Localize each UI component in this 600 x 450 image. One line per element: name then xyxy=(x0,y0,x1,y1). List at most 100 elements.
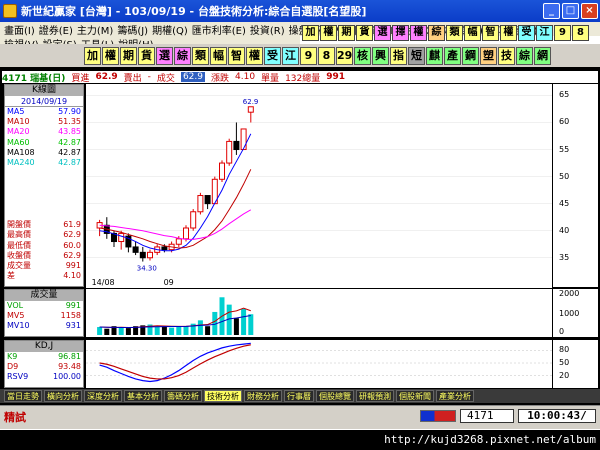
quick-button[interactable]: 核 xyxy=(354,46,371,65)
indicator-value: 61.9 xyxy=(63,220,81,230)
kd-tick: 50 xyxy=(559,358,570,367)
tab-6[interactable]: 財務分析 xyxy=(244,390,282,402)
title-bar: 新世紀贏家 [台灣] - 103/09/19 - 台盤技術分析:綜合自選股[名望… xyxy=(0,0,600,22)
watermark-url: http://kujd3268.pixnet.net/album xyxy=(0,430,600,450)
stock-code-input[interactable]: 4171 xyxy=(460,409,514,423)
k-info-header: K線圖 xyxy=(5,85,83,96)
tab-8[interactable]: 個股總覽 xyxy=(316,390,354,402)
quick-button[interactable]: 權 xyxy=(246,46,263,65)
volume-info-panel: 成交量 VOL 991 MV5 1158 MV10 931 xyxy=(4,289,84,337)
toolbar-button[interactable]: 選 xyxy=(374,25,391,41)
candlestick-chart[interactable]: 62.9 34.30 xyxy=(86,84,552,287)
menu-item[interactable]: 籌碼(J) xyxy=(117,22,148,37)
indicator-row: MA240 42.87 xyxy=(5,158,83,168)
quick-button[interactable]: 選 xyxy=(156,46,173,65)
change-label: 漲跌 xyxy=(210,73,229,84)
quick-button[interactable]: 29 xyxy=(336,46,353,65)
toolbar-button[interactable]: 權 xyxy=(320,25,337,41)
indicator-name: MA20 xyxy=(7,127,30,137)
quick-button[interactable]: 麒 xyxy=(426,46,443,65)
tab-2[interactable]: 深度分析 xyxy=(84,390,122,402)
tab-7[interactable]: 行事曆 xyxy=(284,390,314,402)
price-tick: 55 xyxy=(559,144,570,154)
quick-button[interactable]: 加 xyxy=(84,46,101,65)
quote-strip: 4171 瑞基(日) 買進 62.9 賣出 - 成交 62.9 漲跌 4.10 … xyxy=(2,71,598,84)
tab-10[interactable]: 個股新聞 xyxy=(396,390,434,402)
quick-button[interactable]: 短 xyxy=(408,46,425,65)
quick-button[interactable]: 受 xyxy=(264,46,281,65)
tab-1[interactable]: 橫向分析 xyxy=(44,390,82,402)
quick-button[interactable]: 綜 xyxy=(516,46,533,65)
menu-item[interactable]: 匯市利率(E) xyxy=(192,22,246,37)
change-value: 4.10 xyxy=(235,72,256,82)
date-tick: 09 xyxy=(163,278,174,287)
toolbar-button[interactable]: 受 xyxy=(518,25,535,41)
indicator-name: MA240 xyxy=(7,157,35,167)
menu-item[interactable]: 主力(M) xyxy=(77,22,113,37)
menu-item[interactable]: 畫面(I) xyxy=(4,22,35,37)
indicator-value: 42.87 xyxy=(58,147,81,157)
quick-button[interactable]: 8 xyxy=(318,46,335,65)
tab-4[interactable]: 籌碼分析 xyxy=(164,390,202,402)
indicator-name: 成交量 xyxy=(7,260,31,270)
quick-button[interactable]: 9 xyxy=(300,46,317,65)
quick-button[interactable]: 產 xyxy=(444,46,461,65)
toolbar-button[interactable]: 加 xyxy=(302,25,319,41)
high-annotation: 62.9 xyxy=(243,98,259,106)
quick-button[interactable]: 期 xyxy=(120,46,137,65)
toolbar-button[interactable]: 類 xyxy=(446,25,463,41)
k-info-panel: K線圖 2014/09/19 MA5 57.90 MA10 51.35 MA20 43.8… xyxy=(4,84,84,287)
quick-button[interactable]: 興 xyxy=(372,46,389,65)
indicator-value: 4.10 xyxy=(63,271,81,281)
quick-button[interactable]: 類 xyxy=(192,46,209,65)
tab-0[interactable]: 當日走勢 xyxy=(4,390,42,402)
toolbar-button[interactable]: 智 xyxy=(482,25,499,41)
quick-button[interactable]: 指 xyxy=(390,46,407,65)
toolbar-button[interactable]: 擇 xyxy=(392,25,409,41)
toolbar-button[interactable]: 幅 xyxy=(464,25,481,41)
maximize-button[interactable]: □ xyxy=(562,3,579,19)
kd-tick: 80 xyxy=(559,345,570,355)
volume-chart[interactable] xyxy=(86,289,552,337)
candle-body xyxy=(161,246,168,251)
quick-button[interactable]: 貨 xyxy=(138,46,155,65)
kd-chart[interactable] xyxy=(86,340,552,388)
price-tick: 35 xyxy=(559,252,570,262)
close-button[interactable]: × xyxy=(581,3,598,19)
indicator-name: 差 xyxy=(7,271,15,281)
indicator-value: 62.9 xyxy=(63,230,81,240)
quick-button[interactable]: 網 xyxy=(534,46,551,65)
toolbar-button[interactable]: 9 xyxy=(554,25,571,41)
toolbar-button[interactable]: 權 xyxy=(500,25,517,41)
toolbar-button[interactable]: 權 xyxy=(410,25,427,41)
price-tick: 60 xyxy=(559,117,570,127)
tab-11[interactable]: 產業分析 xyxy=(436,390,474,402)
tab-5[interactable]: 技術分析 xyxy=(204,390,242,402)
indicator-row: VOL 991 xyxy=(5,301,83,311)
indicator-name: K9 xyxy=(7,352,18,361)
tab-3[interactable]: 基本分析 xyxy=(124,390,162,402)
menu-item[interactable]: 投資(R) xyxy=(250,22,285,37)
quick-button[interactable]: 鋼 xyxy=(462,46,479,65)
quick-button[interactable]: 幅 xyxy=(210,46,227,65)
menu-item[interactable]: 期權(Q) xyxy=(152,22,188,37)
minimize-button[interactable]: _ xyxy=(543,3,560,19)
indicator-name: VOL xyxy=(7,301,24,310)
clock-display: 10:00:43/ xyxy=(518,409,596,423)
quick-button[interactable]: 權 xyxy=(102,46,119,65)
toolbar-button[interactable]: 綜 xyxy=(428,25,445,41)
tab-9[interactable]: 研報預測 xyxy=(356,390,394,402)
toolbar-button[interactable]: 江 xyxy=(536,25,553,41)
toolbar-button[interactable]: 期 xyxy=(338,25,355,41)
app-icon xyxy=(3,4,17,18)
indicator-row: MA60 42.87 xyxy=(5,138,83,148)
indicator-value: 62.9 xyxy=(63,250,81,260)
quick-button[interactable]: 江 xyxy=(282,46,299,65)
quick-button[interactable]: 智 xyxy=(228,46,245,65)
quick-button[interactable]: 綜 xyxy=(174,46,191,65)
quick-button[interactable]: 技 xyxy=(498,46,515,65)
quick-button[interactable]: 塑 xyxy=(480,46,497,65)
toolbar-button[interactable]: 8 xyxy=(572,25,589,41)
menu-item[interactable]: 證券(E) xyxy=(39,22,73,37)
toolbar-button[interactable]: 貨 xyxy=(356,25,373,41)
